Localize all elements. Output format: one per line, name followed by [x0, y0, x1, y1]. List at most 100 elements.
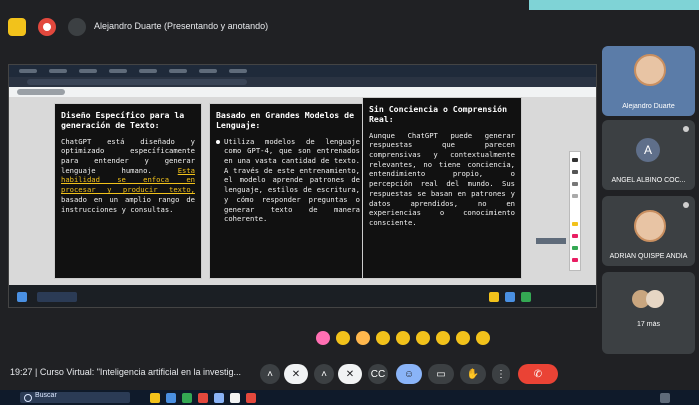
card1-body-post: basado en un amplio rango de instruccion… — [61, 194, 195, 214]
search-icon — [24, 394, 32, 402]
top-bar: Alejandro Duarte (Presentando y anotando… — [0, 0, 699, 54]
taskbar-icon-3[interactable] — [182, 393, 192, 403]
reactions-row — [316, 330, 506, 346]
teal-strip — [529, 0, 699, 10]
card1-body: ChatGPT está diseñado y optimizado espec… — [61, 137, 195, 215]
participant-initial: A — [636, 138, 660, 162]
mic-off-button[interactable]: ✕ — [284, 364, 308, 384]
clap-reaction-icon[interactable] — [376, 331, 390, 345]
present-button[interactable]: ▭ — [428, 364, 454, 384]
surprised-reaction-icon[interactable] — [416, 331, 430, 345]
participant-name: Alejandro Duarte — [622, 103, 675, 110]
card2-bullet-text: Utiliza modelos de lenguaje como GPT-4, … — [224, 136, 360, 224]
taskbar-icon-7[interactable] — [246, 393, 256, 403]
participant-name: ANGEL ALBINO COC... — [611, 177, 686, 184]
more-options-button[interactable]: ⋮ — [492, 364, 510, 384]
eraser-icon[interactable] — [572, 182, 578, 186]
meeting-controls-bar: 19:27 | Curso Virtual: "Inteligencia art… — [0, 356, 699, 390]
tab-2[interactable] — [49, 69, 67, 73]
card1-title: Diseño Específico para la generación de … — [61, 110, 185, 131]
thumbs-up-reaction-icon[interactable] — [336, 331, 350, 345]
more-participants-label: 17 más — [637, 321, 660, 328]
screen-share-icon[interactable] — [8, 18, 26, 36]
shared-taskbar — [9, 285, 596, 307]
card3-body: Aunque ChatGPT puede generar respuestas … — [369, 130, 515, 227]
participant-name: ADRIAN QUISPE ANDIA — [609, 253, 688, 260]
pen-pink-icon[interactable] — [572, 258, 578, 262]
selected-pen-indicator — [536, 238, 566, 244]
pen-black-icon[interactable] — [572, 158, 578, 162]
camera-options-chevron-icon[interactable]: ˄ — [314, 364, 334, 384]
participant-video-icon — [634, 54, 666, 86]
system-tray-icon[interactable] — [660, 393, 670, 403]
card1-body-pre: ChatGPT está diseñado y optimizado espec… — [61, 136, 195, 175]
pen-yellow-icon[interactable] — [572, 222, 578, 226]
bullet-icon — [216, 139, 220, 144]
participant-tile-2[interactable]: A ANGEL ALBINO COC... — [602, 120, 695, 190]
card3-title: Sin Conciencia o Comprensión Real: — [369, 104, 508, 125]
search-label: Buscar — [35, 392, 57, 399]
camera-off-button[interactable]: ✕ — [338, 364, 362, 384]
shared-screen: Diseño Específico para la generación de … — [8, 64, 597, 308]
captions-button[interactable]: CC — [368, 364, 388, 384]
tab-4[interactable] — [109, 69, 127, 73]
record-icon[interactable] — [38, 18, 56, 36]
participant-tile-more[interactable]: 17 más — [602, 272, 695, 354]
presenter-avatar — [68, 18, 86, 36]
windows-taskbar: Buscar — [0, 390, 699, 405]
tab-7[interactable] — [199, 69, 217, 73]
taskbar-icon-2[interactable] — [166, 393, 176, 403]
laugh-reaction-icon[interactable] — [396, 331, 410, 345]
taskbar-icon-4[interactable] — [198, 393, 208, 403]
sad-reaction-icon[interactable] — [436, 331, 450, 345]
presenter-label: Alejandro Duarte (Presentando y anotando… — [94, 21, 269, 31]
document-toolbar — [9, 87, 596, 97]
raise-hand-button[interactable]: ✋ — [460, 364, 486, 384]
participant-avatar — [634, 210, 666, 242]
pin-icon[interactable] — [683, 202, 689, 208]
reactions-button[interactable]: ☺ — [396, 364, 422, 384]
slide-canvas: Diseño Específico para la generación de … — [9, 97, 596, 285]
heart-reaction-icon[interactable] — [316, 331, 330, 345]
tab-5[interactable] — [139, 69, 157, 73]
participant-tile-1[interactable]: Alejandro Duarte — [602, 46, 695, 116]
windows-start-icon[interactable] — [17, 292, 27, 302]
slide-card-2: Basado en Grandes Modelos de Lenguaje: U… — [209, 103, 367, 279]
thumbs-down-reaction-icon[interactable] — [476, 331, 490, 345]
line-icon[interactable] — [572, 194, 578, 198]
taskbar-icon-6[interactable] — [230, 393, 240, 403]
card2-bullet: Utiliza modelos de lenguaje como GPT-4, … — [216, 137, 360, 224]
tab-1[interactable] — [19, 69, 37, 73]
browser-tabs — [9, 65, 596, 77]
participants-panel: Alejandro Duarte A ANGEL ALBINO COC... A… — [602, 46, 695, 354]
pen-gray-icon[interactable] — [572, 170, 578, 174]
address-input[interactable] — [27, 79, 247, 85]
pen-magenta-icon[interactable] — [572, 234, 578, 238]
search-box-icon[interactable] — [37, 292, 77, 302]
tray-icon-3[interactable] — [521, 292, 531, 302]
pen-green-icon[interactable] — [572, 246, 578, 250]
tab-3[interactable] — [79, 69, 97, 73]
tray-icon-1[interactable] — [489, 292, 499, 302]
address-bar-area — [9, 77, 596, 87]
tray-icon-2[interactable] — [505, 292, 515, 302]
taskbar-icon-1[interactable] — [150, 393, 160, 403]
card2-title: Basado en Grandes Modelos de Lenguaje: — [216, 110, 355, 131]
document-title-placeholder — [17, 89, 65, 95]
tab-6[interactable] — [169, 69, 187, 73]
tab-8[interactable] — [229, 69, 247, 73]
slide-card-1: Diseño Específico para la generación de … — [54, 103, 202, 279]
meeting-info: 19:27 | Curso Virtual: "Inteligencia art… — [10, 367, 241, 377]
taskbar-icon-5[interactable] — [214, 393, 224, 403]
slide-card-3: Sin Conciencia o Comprensión Real: Aunqu… — [362, 97, 522, 279]
more-participants-avatars — [632, 290, 664, 310]
pin-icon[interactable] — [683, 126, 689, 132]
party-reaction-icon[interactable] — [356, 331, 370, 345]
participant-tile-3[interactable]: ADRIAN QUISPE ANDIA — [602, 196, 695, 266]
annotation-toolbar — [536, 151, 581, 271]
mic-options-chevron-icon[interactable]: ˄ — [260, 364, 280, 384]
thinking-reaction-icon[interactable] — [456, 331, 470, 345]
taskbar-search[interactable]: Buscar — [20, 392, 130, 403]
avatar-b — [646, 290, 664, 308]
leave-call-button[interactable]: ✆ — [518, 364, 558, 384]
